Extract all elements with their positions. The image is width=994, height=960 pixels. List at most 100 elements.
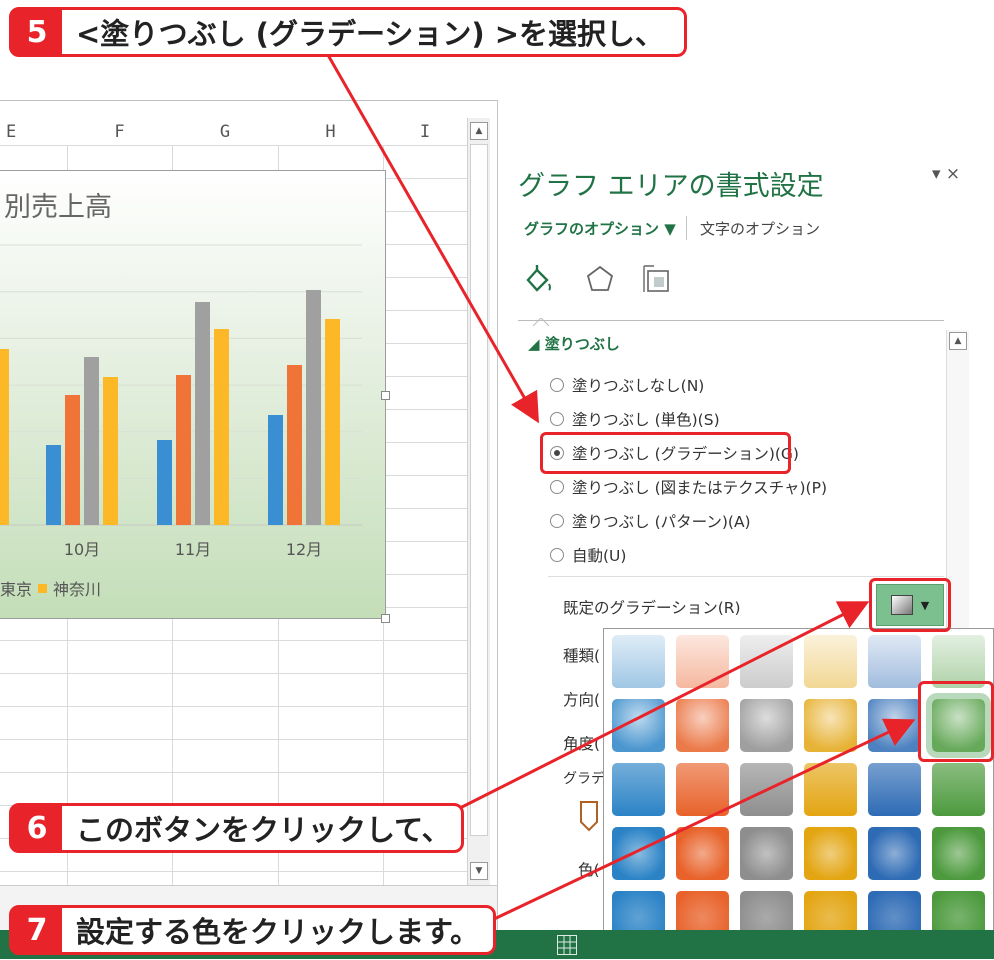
gradient-swatch[interactable]: [740, 763, 793, 816]
resize-handle[interactable]: [381, 614, 390, 623]
gradient-swatch[interactable]: [804, 763, 857, 816]
normal-view-icon[interactable]: [557, 935, 577, 955]
gradient-swatch[interactable]: [612, 827, 665, 880]
column-header-h[interactable]: H: [278, 119, 384, 146]
gradient-swatch[interactable]: [804, 827, 857, 880]
legend-label-tokyo: 東京: [0, 580, 33, 599]
chart-category-label: 11月: [175, 540, 211, 559]
gradient-swatch[interactable]: [612, 699, 665, 752]
step-text: <塗りつぶし (グラデーション) >を選択し、: [76, 17, 665, 51]
preset-gradient-label: 既定のグラデーション(R): [563, 599, 741, 617]
column-header-g[interactable]: G: [172, 119, 279, 146]
chart-legend: 東京 神奈川: [0, 576, 101, 600]
callout-step-5: 5 <塗りつぶし (グラデーション) >を選択し、: [9, 7, 687, 57]
chart-bar-partial: [0, 349, 9, 525]
scroll-thumb[interactable]: [470, 144, 488, 836]
separator: [548, 576, 944, 577]
gradient-stop-icon[interactable]: [579, 800, 599, 832]
step-number: 6: [12, 806, 62, 850]
radio-icon[interactable]: [550, 548, 564, 562]
pane-title: グラフ エリアの書式設定: [518, 171, 824, 202]
chart-bar: [195, 302, 210, 525]
tab-chart-options[interactable]: グラフのオプション ▼: [524, 218, 676, 239]
grid-row-line: [0, 145, 467, 146]
grid-row-line: [0, 772, 467, 773]
radio-pattern-fill[interactable]: 塗りつぶし (パターン)(A): [550, 510, 751, 532]
radio-solid-fill[interactable]: 塗りつぶし (単色)(S): [550, 408, 720, 430]
chart-bar: [157, 440, 172, 525]
fill-line-icon[interactable]: [520, 262, 554, 296]
radio-icon[interactable]: [550, 412, 564, 426]
angle-label: 角度(: [563, 735, 601, 753]
radio-icon[interactable]: [550, 514, 564, 528]
tab-text-options[interactable]: 文字のオプション: [700, 218, 820, 239]
radio-auto-fill[interactable]: 自動(U): [550, 544, 626, 566]
gradient-swatch[interactable]: [868, 699, 921, 752]
section-fill-header[interactable]: ◢ 塗りつぶし: [528, 333, 620, 354]
chart-area[interactable]: 別売上高 10月 11月 12月 東京 神奈川: [0, 170, 390, 623]
gradient-swatch[interactable]: [868, 635, 921, 688]
legend-swatch-kanagawa: [38, 583, 48, 593]
sheet-vertical-scrollbar[interactable]: ▲ ▼: [467, 118, 490, 888]
chart-bar: [84, 357, 99, 525]
gradient-swatch[interactable]: [740, 827, 793, 880]
gradient-swatch[interactable]: [740, 635, 793, 688]
chart-plot: 10月 11月 12月: [0, 244, 362, 559]
highlight-gradient-button: [869, 578, 951, 632]
legend-label-kanagawa: 神奈川: [53, 580, 102, 599]
grid-row-line: [0, 640, 467, 641]
highlight-gradient-option: [540, 432, 791, 474]
radio-picture-fill[interactable]: 塗りつぶし (図またはテクスチャ)(P): [550, 476, 827, 498]
pane-close-button[interactable]: ▾ ×: [932, 164, 960, 184]
chart-bar: [325, 319, 340, 525]
grid-row-line: [0, 706, 467, 707]
gradient-swatch[interactable]: [868, 763, 921, 816]
grid-row-line: [0, 673, 467, 674]
callout-step-7: 7 設定する色をクリックします。: [9, 905, 496, 955]
gradient-swatch[interactable]: [932, 763, 985, 816]
gradient-swatch[interactable]: [676, 699, 729, 752]
gradient-swatch[interactable]: [740, 699, 793, 752]
step-number: 7: [12, 908, 62, 952]
effects-icon[interactable]: [583, 262, 617, 296]
column-header-f[interactable]: F: [67, 119, 173, 146]
tab-divider: [686, 216, 687, 240]
gradient-palette: [603, 628, 994, 959]
chart-bar: [176, 375, 191, 525]
gradient-swatch[interactable]: [804, 699, 857, 752]
chart-category-label: 12月: [286, 540, 322, 559]
resize-handle[interactable]: [381, 391, 390, 400]
gradient-swatch[interactable]: [868, 827, 921, 880]
grid-row-line: [0, 871, 467, 872]
column-header-i[interactable]: I: [383, 119, 468, 146]
radio-icon[interactable]: [550, 378, 564, 392]
callout-step-6: 6 このボタンをクリックして、: [9, 803, 464, 853]
radio-no-fill[interactable]: 塗りつぶしなし(N): [550, 374, 704, 396]
scroll-up-icon[interactable]: ▲: [470, 122, 488, 140]
column-header-e[interactable]: E: [0, 119, 68, 146]
gradient-swatch[interactable]: [804, 635, 857, 688]
chart-bar: [65, 395, 80, 525]
chart-bar: [103, 377, 118, 525]
highlight-green-swatch: [918, 681, 994, 762]
chart-bar: [268, 415, 283, 525]
gradient-swatch[interactable]: [932, 827, 985, 880]
step-text: 設定する色をクリックします。: [76, 915, 480, 949]
scroll-down-icon[interactable]: ▼: [470, 862, 488, 880]
size-properties-icon[interactable]: [640, 262, 674, 296]
radio-icon[interactable]: [550, 480, 564, 494]
pane-divider: [518, 320, 944, 321]
gradient-swatch[interactable]: [612, 763, 665, 816]
gradient-swatch[interactable]: [676, 635, 729, 688]
chart-bar: [287, 365, 302, 525]
chart-bar: [306, 290, 321, 525]
gradient-swatch[interactable]: [612, 635, 665, 688]
grid-row-line: [0, 739, 467, 740]
pane-scroll-up-icon[interactable]: ▲: [949, 332, 967, 350]
step-number: 5: [12, 10, 62, 54]
gradient-swatch[interactable]: [676, 827, 729, 880]
step-text: このボタンをクリックして、: [76, 813, 451, 847]
direction-label: 方向(: [563, 691, 601, 709]
chart-category-label: 10月: [64, 540, 100, 559]
gradient-swatch[interactable]: [676, 763, 729, 816]
